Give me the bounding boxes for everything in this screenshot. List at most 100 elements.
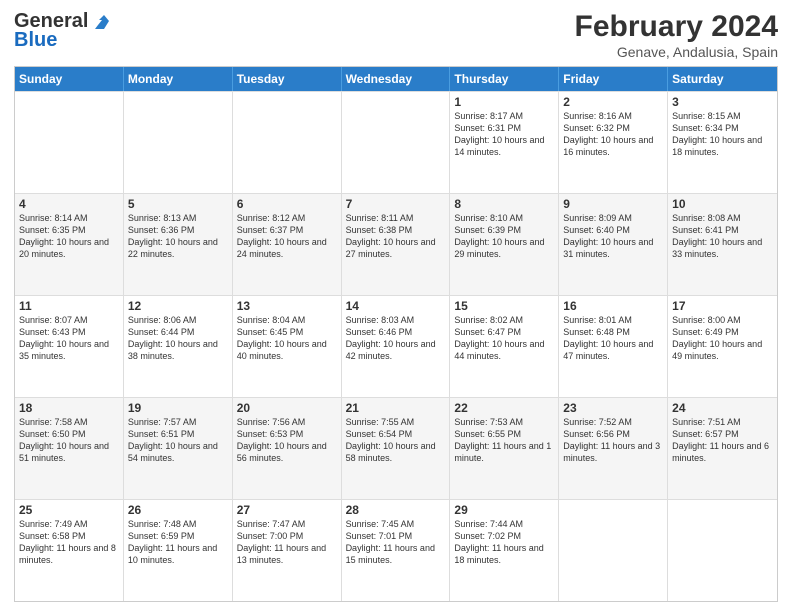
day-number: 27 (237, 503, 337, 517)
calendar-cell: 22Sunrise: 7:53 AM Sunset: 6:55 PM Dayli… (450, 398, 559, 499)
calendar-row: 25Sunrise: 7:49 AM Sunset: 6:58 PM Dayli… (15, 499, 777, 601)
day-number: 28 (346, 503, 446, 517)
calendar-header-cell: Thursday (450, 67, 559, 91)
calendar-header-cell: Monday (124, 67, 233, 91)
day-number: 14 (346, 299, 446, 313)
day-number: 13 (237, 299, 337, 313)
calendar-cell (124, 92, 233, 193)
day-number: 24 (672, 401, 773, 415)
calendar-header: SundayMondayTuesdayWednesdayThursdayFrid… (15, 67, 777, 91)
calendar-body: 1Sunrise: 8:17 AM Sunset: 6:31 PM Daylig… (15, 91, 777, 601)
day-number: 4 (19, 197, 119, 211)
calendar-cell: 4Sunrise: 8:14 AM Sunset: 6:35 PM Daylig… (15, 194, 124, 295)
cell-info: Sunrise: 7:53 AM Sunset: 6:55 PM Dayligh… (454, 416, 554, 465)
calendar-cell: 24Sunrise: 7:51 AM Sunset: 6:57 PM Dayli… (668, 398, 777, 499)
calendar-row: 11Sunrise: 8:07 AM Sunset: 6:43 PM Dayli… (15, 295, 777, 397)
logo-icon (90, 11, 112, 33)
calendar-cell: 19Sunrise: 7:57 AM Sunset: 6:51 PM Dayli… (124, 398, 233, 499)
logo: General Blue (14, 10, 112, 52)
day-number: 25 (19, 503, 119, 517)
cell-info: Sunrise: 7:45 AM Sunset: 7:01 PM Dayligh… (346, 518, 446, 567)
cell-info: Sunrise: 7:58 AM Sunset: 6:50 PM Dayligh… (19, 416, 119, 465)
calendar: SundayMondayTuesdayWednesdayThursdayFrid… (14, 66, 778, 602)
cell-info: Sunrise: 7:48 AM Sunset: 6:59 PM Dayligh… (128, 518, 228, 567)
calendar-cell: 18Sunrise: 7:58 AM Sunset: 6:50 PM Dayli… (15, 398, 124, 499)
calendar-cell: 25Sunrise: 7:49 AM Sunset: 6:58 PM Dayli… (15, 500, 124, 601)
calendar-cell: 21Sunrise: 7:55 AM Sunset: 6:54 PM Dayli… (342, 398, 451, 499)
cell-info: Sunrise: 7:47 AM Sunset: 7:00 PM Dayligh… (237, 518, 337, 567)
calendar-header-cell: Saturday (668, 67, 777, 91)
calendar-row: 4Sunrise: 8:14 AM Sunset: 6:35 PM Daylig… (15, 193, 777, 295)
cell-info: Sunrise: 8:02 AM Sunset: 6:47 PM Dayligh… (454, 314, 554, 363)
day-number: 26 (128, 503, 228, 517)
cell-info: Sunrise: 8:14 AM Sunset: 6:35 PM Dayligh… (19, 212, 119, 261)
day-number: 22 (454, 401, 554, 415)
calendar-row: 1Sunrise: 8:17 AM Sunset: 6:31 PM Daylig… (15, 91, 777, 193)
cell-info: Sunrise: 8:00 AM Sunset: 6:49 PM Dayligh… (672, 314, 773, 363)
calendar-cell: 10Sunrise: 8:08 AM Sunset: 6:41 PM Dayli… (668, 194, 777, 295)
title-area: February 2024 Genave, Andalusia, Spain (575, 10, 778, 60)
calendar-cell: 28Sunrise: 7:45 AM Sunset: 7:01 PM Dayli… (342, 500, 451, 601)
cell-info: Sunrise: 7:51 AM Sunset: 6:57 PM Dayligh… (672, 416, 773, 465)
calendar-cell: 12Sunrise: 8:06 AM Sunset: 6:44 PM Dayli… (124, 296, 233, 397)
calendar-cell: 1Sunrise: 8:17 AM Sunset: 6:31 PM Daylig… (450, 92, 559, 193)
calendar-cell: 27Sunrise: 7:47 AM Sunset: 7:00 PM Dayli… (233, 500, 342, 601)
day-number: 23 (563, 401, 663, 415)
calendar-cell: 8Sunrise: 8:10 AM Sunset: 6:39 PM Daylig… (450, 194, 559, 295)
day-number: 10 (672, 197, 773, 211)
cell-info: Sunrise: 7:52 AM Sunset: 6:56 PM Dayligh… (563, 416, 663, 465)
cell-info: Sunrise: 8:08 AM Sunset: 6:41 PM Dayligh… (672, 212, 773, 261)
calendar-cell: 5Sunrise: 8:13 AM Sunset: 6:36 PM Daylig… (124, 194, 233, 295)
calendar-cell: 26Sunrise: 7:48 AM Sunset: 6:59 PM Dayli… (124, 500, 233, 601)
cell-info: Sunrise: 7:56 AM Sunset: 6:53 PM Dayligh… (237, 416, 337, 465)
cell-info: Sunrise: 8:17 AM Sunset: 6:31 PM Dayligh… (454, 110, 554, 159)
calendar-cell: 29Sunrise: 7:44 AM Sunset: 7:02 PM Dayli… (450, 500, 559, 601)
month-year: February 2024 (575, 10, 778, 44)
calendar-cell: 7Sunrise: 8:11 AM Sunset: 6:38 PM Daylig… (342, 194, 451, 295)
day-number: 16 (563, 299, 663, 313)
page: General Blue February 2024 Genave, Andal… (0, 0, 792, 612)
calendar-cell: 11Sunrise: 8:07 AM Sunset: 6:43 PM Dayli… (15, 296, 124, 397)
calendar-cell: 13Sunrise: 8:04 AM Sunset: 6:45 PM Dayli… (233, 296, 342, 397)
cell-info: Sunrise: 8:13 AM Sunset: 6:36 PM Dayligh… (128, 212, 228, 261)
day-number: 17 (672, 299, 773, 313)
cell-info: Sunrise: 8:04 AM Sunset: 6:45 PM Dayligh… (237, 314, 337, 363)
day-number: 20 (237, 401, 337, 415)
calendar-cell: 15Sunrise: 8:02 AM Sunset: 6:47 PM Dayli… (450, 296, 559, 397)
day-number: 18 (19, 401, 119, 415)
calendar-cell: 23Sunrise: 7:52 AM Sunset: 6:56 PM Dayli… (559, 398, 668, 499)
calendar-cell (342, 92, 451, 193)
cell-info: Sunrise: 8:09 AM Sunset: 6:40 PM Dayligh… (563, 212, 663, 261)
day-number: 15 (454, 299, 554, 313)
calendar-row: 18Sunrise: 7:58 AM Sunset: 6:50 PM Dayli… (15, 397, 777, 499)
calendar-cell: 20Sunrise: 7:56 AM Sunset: 6:53 PM Dayli… (233, 398, 342, 499)
logo-blue: Blue (14, 29, 57, 52)
calendar-cell: 3Sunrise: 8:15 AM Sunset: 6:34 PM Daylig… (668, 92, 777, 193)
cell-info: Sunrise: 8:10 AM Sunset: 6:39 PM Dayligh… (454, 212, 554, 261)
cell-info: Sunrise: 8:11 AM Sunset: 6:38 PM Dayligh… (346, 212, 446, 261)
day-number: 2 (563, 95, 663, 109)
calendar-cell: 6Sunrise: 8:12 AM Sunset: 6:37 PM Daylig… (233, 194, 342, 295)
day-number: 29 (454, 503, 554, 517)
calendar-cell: 17Sunrise: 8:00 AM Sunset: 6:49 PM Dayli… (668, 296, 777, 397)
calendar-cell: 2Sunrise: 8:16 AM Sunset: 6:32 PM Daylig… (559, 92, 668, 193)
calendar-header-cell: Tuesday (233, 67, 342, 91)
calendar-cell (233, 92, 342, 193)
cell-info: Sunrise: 7:55 AM Sunset: 6:54 PM Dayligh… (346, 416, 446, 465)
cell-info: Sunrise: 8:03 AM Sunset: 6:46 PM Dayligh… (346, 314, 446, 363)
day-number: 12 (128, 299, 228, 313)
calendar-cell (15, 92, 124, 193)
subtitle: Genave, Andalusia, Spain (575, 44, 778, 60)
cell-info: Sunrise: 8:06 AM Sunset: 6:44 PM Dayligh… (128, 314, 228, 363)
calendar-cell (668, 500, 777, 601)
calendar-cell: 9Sunrise: 8:09 AM Sunset: 6:40 PM Daylig… (559, 194, 668, 295)
day-number: 5 (128, 197, 228, 211)
cell-info: Sunrise: 7:49 AM Sunset: 6:58 PM Dayligh… (19, 518, 119, 567)
calendar-header-cell: Wednesday (342, 67, 451, 91)
day-number: 3 (672, 95, 773, 109)
day-number: 19 (128, 401, 228, 415)
cell-info: Sunrise: 8:16 AM Sunset: 6:32 PM Dayligh… (563, 110, 663, 159)
cell-info: Sunrise: 7:44 AM Sunset: 7:02 PM Dayligh… (454, 518, 554, 567)
cell-info: Sunrise: 8:07 AM Sunset: 6:43 PM Dayligh… (19, 314, 119, 363)
cell-info: Sunrise: 7:57 AM Sunset: 6:51 PM Dayligh… (128, 416, 228, 465)
